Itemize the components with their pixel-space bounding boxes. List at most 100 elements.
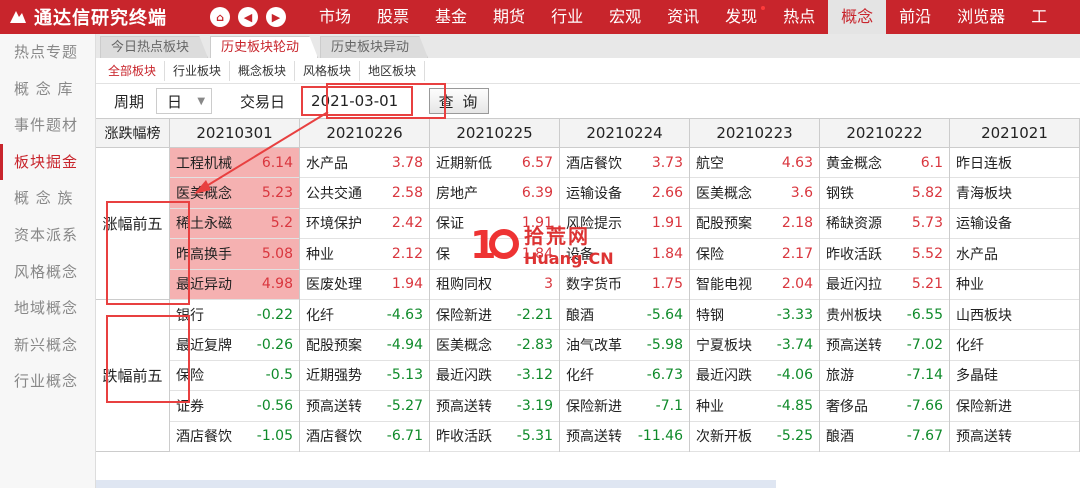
sidebar-item-9[interactable]: 行业概念 (0, 363, 95, 400)
subtab-3[interactable]: 风格板块 (295, 60, 361, 81)
table-cell[interactable]: 医废处理 1.94 (300, 270, 429, 300)
table-cell[interactable]: 医美概念 3.6 (690, 178, 819, 209)
table-cell[interactable]: 预高送转 -3.19 (430, 391, 559, 422)
table-cell[interactable]: 预高送转 (950, 422, 1079, 452)
date-column-header[interactable]: 20210222 (820, 119, 950, 147)
home-icon[interactable]: ⌂ (210, 7, 230, 27)
table-cell[interactable]: 酒店餐饮 -6.71 (300, 422, 429, 452)
table-cell[interactable]: 保险 2.17 (690, 239, 819, 270)
table-cell[interactable]: 稀缺资源 5.73 (820, 209, 949, 240)
menu-item-3[interactable]: 期货 (480, 0, 538, 34)
table-cell[interactable]: 水产品 (950, 239, 1079, 270)
sidebar-item-0[interactable]: 热点专题 (0, 34, 95, 71)
table-cell[interactable]: 黄金概念 6.1 (820, 148, 949, 179)
sidebar-item-7[interactable]: 地域概念 (0, 290, 95, 327)
menu-item-5[interactable]: 宏观 (596, 0, 654, 34)
date-column-header[interactable]: 20210226 (300, 119, 430, 147)
table-cell[interactable]: 种业 -4.85 (690, 391, 819, 422)
back-icon[interactable]: ◀ (238, 7, 258, 27)
table-cell[interactable]: 昨收活跃 -5.31 (430, 422, 559, 452)
table-cell[interactable]: 水产品 3.78 (300, 148, 429, 179)
sidebar-item-5[interactable]: 资本派系 (0, 217, 95, 254)
table-cell[interactable]: 油气改革 -5.98 (560, 330, 689, 361)
table-cell[interactable]: 数字货币 1.75 (560, 270, 689, 300)
table-cell[interactable]: 山西板块 (950, 300, 1079, 331)
table-cell[interactable]: 酒店餐饮 3.73 (560, 148, 689, 179)
menu-item-8[interactable]: 热点 (770, 0, 828, 34)
table-cell[interactable]: 保险新进 -7.1 (560, 391, 689, 422)
table-cell[interactable]: 运输设备 2.66 (560, 178, 689, 209)
menu-item-9[interactable]: 概念 (828, 0, 887, 34)
table-cell[interactable]: 配股预案 2.18 (690, 209, 819, 240)
menu-item-11[interactable]: 浏览器 (944, 0, 1018, 34)
table-cell[interactable]: 昨收活跃 5.52 (820, 239, 949, 270)
menu-item-12[interactable]: 工 (1018, 0, 1060, 34)
table-cell[interactable]: 宁夏板块 -3.74 (690, 330, 819, 361)
table-cell[interactable]: 种业 2.12 (300, 239, 429, 270)
table-cell[interactable]: 钢铁 5.82 (820, 178, 949, 209)
date-column-header[interactable]: 20210301 (170, 119, 300, 147)
sidebar-item-8[interactable]: 新兴概念 (0, 327, 95, 364)
table-cell[interactable]: 特钢 -3.33 (690, 300, 819, 331)
table-cell[interactable]: 预高送转 -5.27 (300, 391, 429, 422)
menu-item-0[interactable]: 市场 (306, 0, 364, 34)
table-cell[interactable]: 化纤 -6.73 (560, 361, 689, 392)
menu-item-10[interactable]: 前沿 (886, 0, 944, 34)
app-logo[interactable]: 通达信研究终端 (0, 4, 210, 30)
table-cell[interactable]: 昨日连板 (950, 148, 1079, 179)
table-cell[interactable]: 多晶硅 (950, 361, 1079, 392)
table-cell[interactable]: 房地产 6.39 (430, 178, 559, 209)
table-cell[interactable]: 近期新低 6.57 (430, 148, 559, 179)
date-column-header[interactable]: 20210223 (690, 119, 820, 147)
date-column-header[interactable]: 2021021 (950, 119, 1080, 147)
table-cell[interactable]: 化纤 -4.63 (300, 300, 429, 331)
table-cell[interactable]: 智能电视 2.04 (690, 270, 819, 300)
forward-icon[interactable]: ▶ (266, 7, 286, 27)
tab-2[interactable]: 历史板块异动 (320, 36, 429, 58)
table-cell[interactable]: 医美概念 -2.83 (430, 330, 559, 361)
subtab-2[interactable]: 概念板块 (230, 60, 296, 81)
table-cell[interactable]: 贵州板块 -6.55 (820, 300, 949, 331)
subtab-0[interactable]: 全部板块 (100, 60, 166, 81)
table-cell[interactable]: 预高送转 -11.46 (560, 422, 689, 452)
menu-item-6[interactable]: 资讯 (654, 0, 712, 34)
table-cell[interactable]: 种业 (950, 270, 1079, 300)
sidebar-item-3[interactable]: 板块掘金 (0, 143, 95, 181)
table-cell[interactable]: 环境保护 2.42 (300, 209, 429, 240)
sidebar-item-6[interactable]: 风格概念 (0, 254, 95, 291)
table-cell[interactable]: 化纤 (950, 330, 1079, 361)
table-cell[interactable]: 次新开板 -5.25 (690, 422, 819, 452)
table-cell[interactable]: 近期强势 -5.13 (300, 361, 429, 392)
table-cell[interactable]: 保险新进 (950, 391, 1079, 422)
menu-item-1[interactable]: 股票 (364, 0, 422, 34)
table-cell[interactable]: 最近闪跌 -3.12 (430, 361, 559, 392)
subtab-4[interactable]: 地区板块 (360, 60, 426, 81)
table-cell[interactable]: 预高送转 -7.02 (820, 330, 949, 361)
subtab-1[interactable]: 行业板块 (165, 60, 231, 81)
date-column-header[interactable]: 20210225 (430, 119, 560, 147)
menu-item-7[interactable]: 发现 (712, 0, 770, 34)
table-cell[interactable]: 公共交通 2.58 (300, 178, 429, 209)
horizontal-scrollbar[interactable] (96, 480, 776, 488)
table-cell[interactable]: 运输设备 (950, 209, 1079, 240)
table-cell[interactable]: 酿酒 -7.67 (820, 422, 949, 452)
table-cell[interactable]: 旅游 -7.14 (820, 361, 949, 392)
sidebar-item-4[interactable]: 概 念 族 (0, 180, 95, 217)
table-cell[interactable]: 配股预案 -4.94 (300, 330, 429, 361)
table-cell[interactable]: 酿酒 -5.64 (560, 300, 689, 331)
table-cell[interactable]: 保险新进 -2.21 (430, 300, 559, 331)
table-cell[interactable]: 工程机械 6.14 (170, 148, 299, 179)
tab-0[interactable]: 今日热点板块 (100, 36, 209, 58)
table-cell[interactable]: 最近闪拉 5.21 (820, 270, 949, 300)
date-column-header[interactable]: 20210224 (560, 119, 690, 147)
menu-item-4[interactable]: 行业 (538, 0, 596, 34)
tab-1[interactable]: 历史板块轮动 (210, 36, 319, 58)
table-cell[interactable]: 租购同权 3 (430, 270, 559, 300)
sidebar-item-2[interactable]: 事件题材 (0, 107, 95, 144)
sidebar-item-1[interactable]: 概 念 库 (0, 71, 95, 108)
period-select[interactable]: 日 ▼ (156, 88, 213, 114)
table-cell[interactable]: 航空 4.63 (690, 148, 819, 179)
table-cell[interactable]: 最近闪跌 -4.06 (690, 361, 819, 392)
menu-item-2[interactable]: 基金 (422, 0, 480, 34)
table-cell[interactable]: 酒店餐饮 -1.05 (170, 422, 299, 452)
